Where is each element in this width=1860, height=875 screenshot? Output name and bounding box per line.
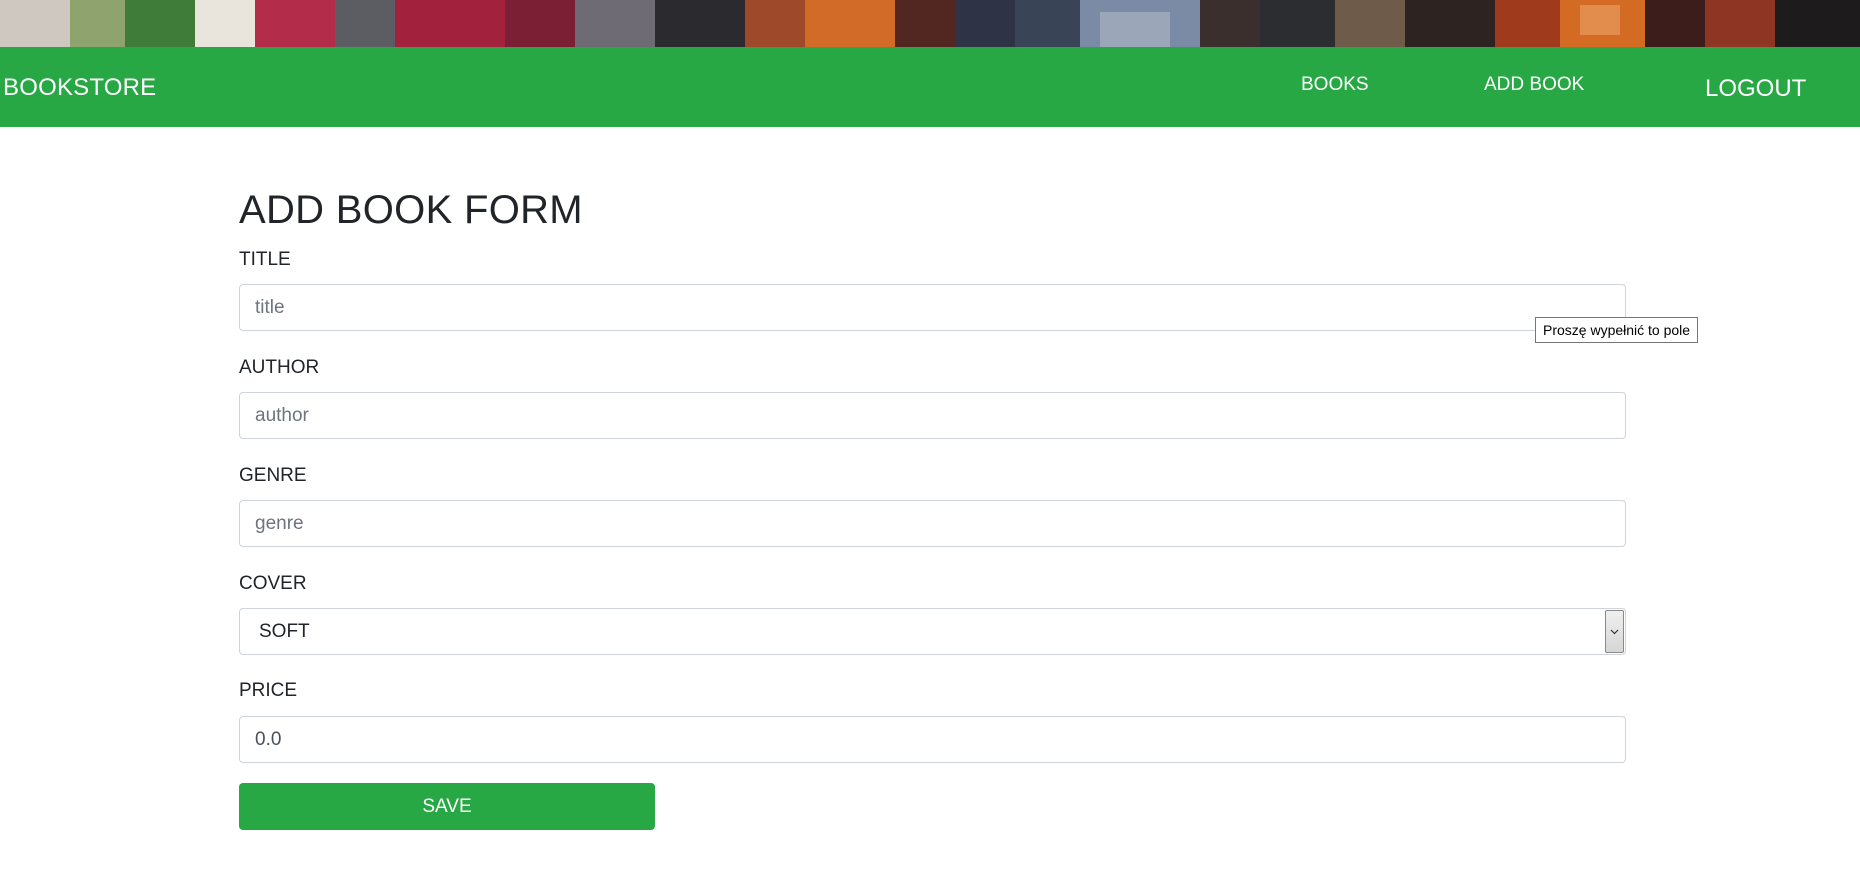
navbar: BOOKSTORE BOOKS ADD BOOK LOGOUT bbox=[0, 47, 1860, 127]
cover-label: COVER bbox=[239, 573, 307, 594]
author-input[interactable] bbox=[239, 392, 1626, 439]
validation-tooltip: Proszę wypełnić to pole bbox=[1535, 317, 1699, 343]
genre-input[interactable] bbox=[239, 500, 1626, 547]
nav-logout-link[interactable]: LOGOUT bbox=[1705, 75, 1806, 103]
author-label: AUTHOR bbox=[239, 357, 320, 378]
cover-selected-value: SOFT bbox=[259, 621, 310, 642]
header-banner-image bbox=[0, 0, 1860, 47]
nav-add-book-link[interactable]: ADD BOOK bbox=[1484, 74, 1584, 96]
price-label: PRICE bbox=[239, 680, 298, 701]
page-title: ADD BOOK FORM bbox=[239, 188, 583, 232]
brand-link[interactable]: BOOKSTORE bbox=[3, 74, 156, 102]
title-input[interactable] bbox=[239, 284, 1626, 331]
title-label: TITLE bbox=[239, 249, 291, 270]
price-input[interactable] bbox=[239, 716, 1626, 763]
chevron-down-icon[interactable] bbox=[1605, 610, 1624, 653]
save-button[interactable]: SAVE bbox=[239, 783, 655, 830]
nav-books-link[interactable]: BOOKS bbox=[1301, 74, 1369, 96]
genre-label: GENRE bbox=[239, 465, 307, 486]
cover-select[interactable]: SOFT bbox=[239, 608, 1626, 655]
